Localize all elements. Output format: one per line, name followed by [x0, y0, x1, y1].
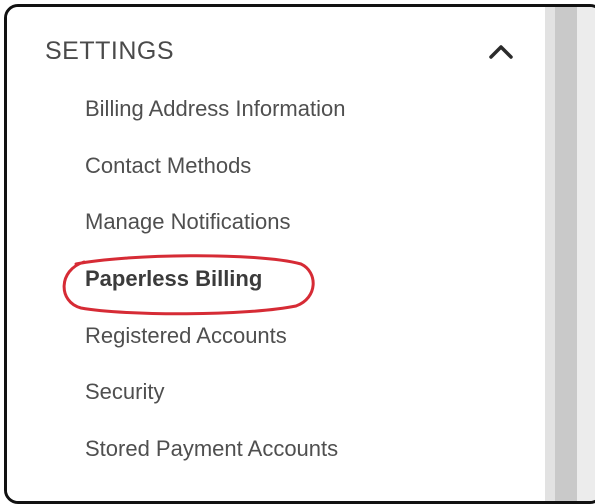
menu-item-paperless-billing[interactable]: Paperless Billing	[85, 251, 345, 308]
scrollbar-track[interactable]	[555, 7, 577, 501]
settings-title: SETTINGS	[45, 36, 175, 65]
content-area-edge	[577, 7, 595, 501]
settings-window: SETTINGS Billing Address Information Con…	[4, 4, 595, 504]
panel-divider	[545, 7, 555, 501]
menu-item-security[interactable]: Security	[85, 364, 345, 421]
menu-item-stored-payment-accounts[interactable]: Stored Payment Accounts	[85, 421, 345, 478]
settings-menu: Billing Address Information Contact Meth…	[85, 81, 345, 477]
settings-header[interactable]: SETTINGS	[45, 31, 515, 71]
settings-panel: SETTINGS Billing Address Information Con…	[7, 7, 545, 501]
menu-item-contact-methods[interactable]: Contact Methods	[85, 138, 345, 195]
chevron-up-icon[interactable]	[487, 37, 515, 65]
menu-item-registered-accounts[interactable]: Registered Accounts	[85, 307, 345, 364]
menu-item-manage-notifications[interactable]: Manage Notifications	[85, 194, 345, 251]
menu-item-billing-address-information[interactable]: Billing Address Information	[85, 81, 345, 138]
